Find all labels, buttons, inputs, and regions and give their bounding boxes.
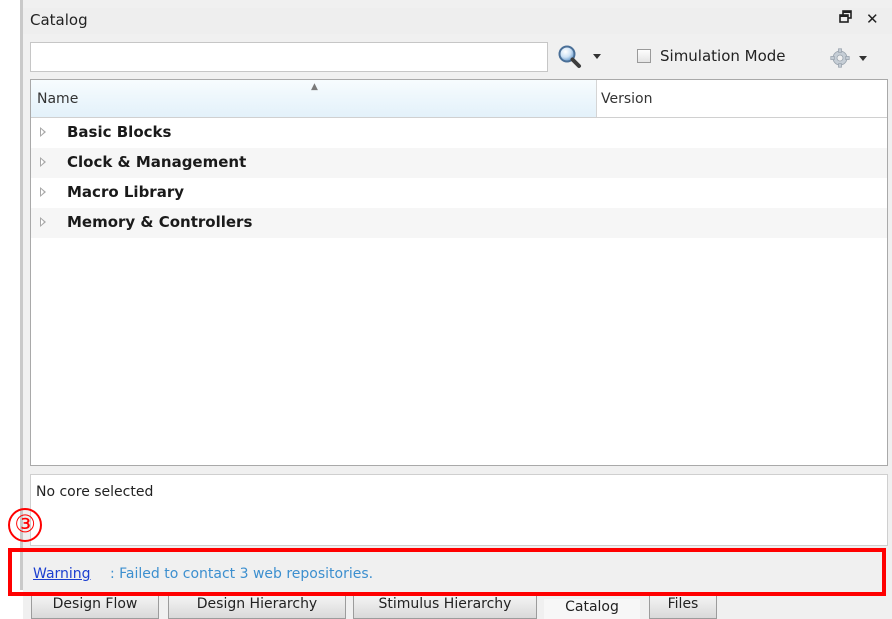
tab-label: Design Hierarchy	[196, 596, 318, 612]
chevron-down-icon	[593, 54, 601, 59]
annotation-number: ③	[8, 508, 42, 542]
panel-tab-strip: Design Flow Design Hierarchy Stimulus Hi…	[31, 596, 891, 619]
tab-label: Stimulus Hierarchy	[378, 596, 512, 612]
tab-catalog[interactable]: Catalog	[544, 599, 640, 619]
tree-item-basic-blocks[interactable]: Basic Blocks	[31, 118, 887, 148]
column-header-name[interactable]: ▲ Name	[31, 80, 597, 117]
magnifier-icon	[558, 45, 581, 68]
column-header-row: ▲ Name Version	[31, 80, 887, 118]
core-details-pane: No core selected	[30, 474, 888, 546]
tab-files[interactable]: Files	[649, 596, 717, 619]
column-header-label: Name	[37, 91, 79, 107]
annotation-highlight-box	[8, 548, 886, 596]
tab-label: Catalog	[565, 599, 619, 615]
sort-ascending-icon: ▲	[311, 82, 318, 92]
expand-arrow-icon[interactable]	[40, 187, 46, 197]
tab-stimulus-hierarchy[interactable]: Stimulus Hierarchy	[353, 596, 537, 619]
catalog-tree: ▲ Name Version Basic Blocks Clock & Mana…	[30, 79, 888, 466]
tab-design-flow[interactable]: Design Flow	[31, 596, 159, 619]
tree-item-label: Memory & Controllers	[67, 213, 253, 231]
panel-title: Catalog	[30, 11, 88, 29]
close-icon[interactable]: ✕	[866, 10, 879, 28]
expand-arrow-icon[interactable]	[40, 217, 46, 227]
settings-button[interactable]	[830, 48, 878, 72]
float-window-icon[interactable]	[839, 10, 853, 28]
catalog-toolbar: Simulation Mode	[23, 38, 892, 76]
tree-item-clock-management[interactable]: Clock & Management	[31, 148, 887, 178]
panel-titlebar: Catalog ✕	[23, 8, 892, 34]
tab-design-hierarchy[interactable]: Design Hierarchy	[168, 596, 346, 619]
tree-item-label: Basic Blocks	[67, 123, 172, 141]
catalog-panel: Catalog ✕ Simulation Mode ▲ Name Version…	[23, 0, 892, 619]
tree-item-macro-library[interactable]: Macro Library	[31, 178, 887, 208]
tab-label: Files	[667, 596, 699, 612]
gear-icon	[830, 48, 850, 68]
chevron-down-icon	[859, 56, 867, 61]
tree-item-memory-controllers[interactable]: Memory & Controllers	[31, 208, 887, 238]
tree-item-label: Macro Library	[67, 183, 184, 201]
simulation-mode-checkbox[interactable]	[637, 49, 651, 63]
search-button[interactable]	[557, 44, 609, 70]
expand-arrow-icon[interactable]	[40, 157, 46, 167]
tab-label: Design Flow	[52, 596, 138, 612]
tree-item-label: Clock & Management	[67, 153, 247, 171]
details-text: No core selected	[36, 484, 154, 500]
simulation-mode-label: Simulation Mode	[660, 47, 786, 65]
search-input[interactable]	[30, 42, 548, 72]
column-header-label: Version	[601, 91, 653, 107]
column-header-version[interactable]: Version	[597, 80, 887, 117]
expand-arrow-icon[interactable]	[40, 127, 46, 137]
